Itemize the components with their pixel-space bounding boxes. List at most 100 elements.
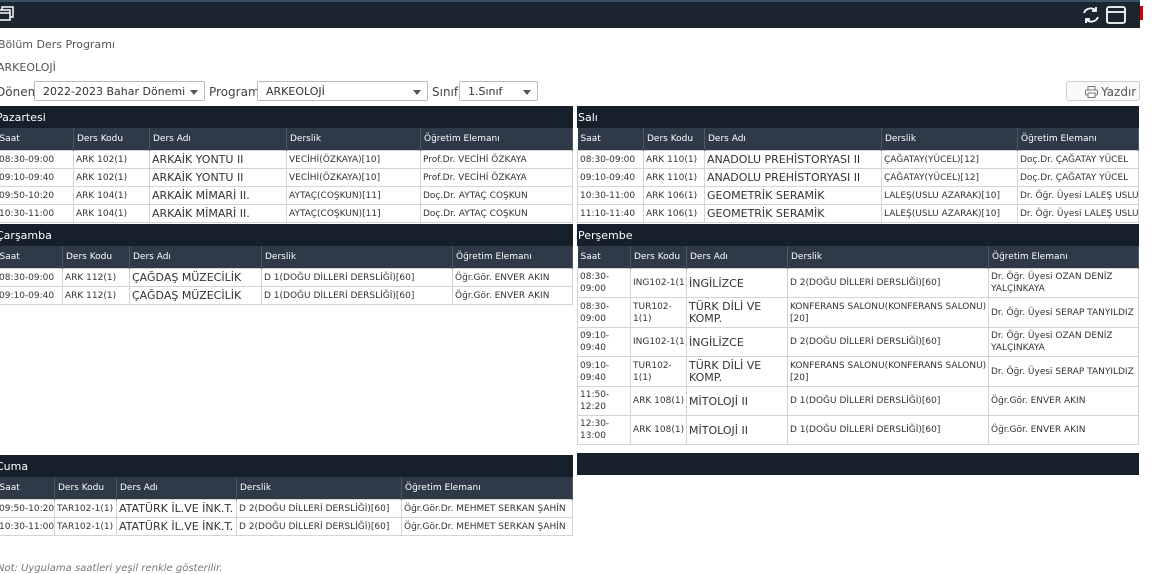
- table-row: 08:30-09:00 ARK 102(1) ARKAİK YONTU II VECİ…: [0, 150, 573, 169]
- empty-day-header: [577, 453, 1139, 475]
- table-header: Saat Ders Kodu Ders Adı Derslik Öğretim Elem…: [0, 246, 573, 269]
- refresh-icon[interactable]: [1081, 6, 1101, 24]
- course-cell: GEOMETRİK SERAMİK: [704, 204, 882, 223]
- course-cell: İNGİLİZCE: [686, 327, 788, 357]
- chevron-down-icon: [413, 90, 421, 95]
- table-header: Saat Ders Kodu Ders Adı Derslik Öğretim Elem…: [577, 128, 1139, 151]
- col-header: Öğretim Elemanı: [420, 128, 573, 151]
- schedule-table: Saat Ders Kodu Ders Adı Derslik Öğretim Elem…: [577, 128, 1139, 223]
- table-row: 08:30-09:00 ARK 110(1) ANADOLU PREHİSTORYA…: [577, 150, 1139, 169]
- close-tab[interactable]: [1140, 0, 1156, 28]
- time-cell: 09:10-09:40: [577, 356, 631, 387]
- time-cell: 08:30-09:00: [577, 150, 644, 169]
- col-header: Derslik: [787, 246, 989, 269]
- time-cell: 09:10-09:40: [577, 327, 631, 357]
- course-cell: ATATÜRK İL.VE İNK.T.: [116, 499, 237, 518]
- course-cell: MİTOLOJİ II: [686, 415, 788, 445]
- maximize-icon[interactable]: [1106, 6, 1126, 24]
- time-cell: 08:30-09:00: [577, 297, 631, 328]
- col-header: Derslik: [286, 128, 421, 151]
- code-cell: ING102-1(1): [630, 327, 687, 357]
- class-select-value: 1.Sınıf: [468, 85, 503, 98]
- program-select[interactable]: ARKEOLOJİ: [257, 81, 428, 101]
- time-cell: 08:30-09:00: [0, 268, 63, 287]
- window-icon[interactable]: [0, 6, 18, 24]
- code-cell: ARK 102(1): [73, 150, 150, 169]
- code-cell: ARK 104(1): [73, 204, 150, 223]
- room-cell: LALEŞ(USLU AZARAK)[10]: [881, 204, 1018, 223]
- instructor-cell: Dr. Öğr. Üyesi SERAP TANYILDIZ: [988, 356, 1139, 387]
- code-cell: ARK 112(1): [62, 286, 130, 305]
- table-row: 10:30-11:00 TAR102-1(1) ATATÜRK İL.VE İNK.…: [0, 517, 573, 536]
- day-friday: Cuma SaatDers KoduDers AdıDerslikÖğretim…: [0, 455, 573, 536]
- course-cell: GEOMETRİK SERAMİK: [704, 186, 882, 205]
- code-cell: ARK 102(1): [73, 168, 150, 187]
- printer-icon: [1085, 86, 1098, 98]
- time-cell: 09:10-09:40: [577, 168, 644, 187]
- schedule-table: Saat Ders Kodu Ders Adı Derslik Öğretim Elem…: [577, 246, 1139, 445]
- program-select-value: ARKEOLOJİ: [266, 85, 325, 98]
- room-cell: KONFERANS SALONU(KONFERANS SALONU)[20]: [787, 356, 989, 387]
- program-label: Program: [209, 85, 260, 99]
- code-cell: TAR102-1(1): [54, 517, 117, 536]
- day-title: Pazartesi: [0, 106, 573, 128]
- table-row: 10:30-11:00 ARK 104(1) ARKAİK MİMARİ II. AY…: [0, 204, 573, 223]
- table-row: 08:30-09:00 TUR102-1(1) TÜRK DİLİ VE KOMP.…: [577, 297, 1139, 328]
- course-cell: ARKAİK MİMARİ II.: [149, 204, 287, 223]
- instructor-cell: Prof.Dr. VECİHİ ÖZKAYA: [420, 150, 573, 169]
- instructor-cell: Dr. Öğr. Üyesi OZAN DENİZ YALÇINKAYA: [988, 327, 1139, 357]
- page-title: Bölüm Ders Programı: [0, 38, 115, 51]
- code-cell: ARK 110(1): [643, 150, 705, 169]
- code-cell: ARK 110(1): [643, 168, 705, 187]
- code-cell: ARK 108(1): [630, 386, 687, 416]
- print-button[interactable]: Yazdır: [1066, 81, 1140, 101]
- table-row: 10:30-11:00 ARK 106(1) GEOMETRİK SERAMİK LA…: [577, 186, 1139, 205]
- course-cell: ARKAİK YONTU II: [149, 150, 287, 169]
- col-header: Saat: [577, 128, 644, 151]
- class-select[interactable]: 1.Sınıf: [459, 81, 538, 101]
- table-header: Saat Ders Kodu Ders Adı Derslik Öğretim Elem…: [0, 128, 573, 151]
- table-header: Saat Ders Kodu Ders Adı Derslik Öğretim Elem…: [577, 246, 1139, 269]
- room-cell: D 2(DOĞU DİLLERİ DERSLİĞİ)[60]: [236, 499, 402, 518]
- col-header: Ders Adı: [116, 477, 237, 500]
- code-cell: ARK 108(1): [630, 415, 687, 445]
- top-bar: [0, 0, 1140, 28]
- term-select-value: 2022-2023 Bahar Dönemi: [43, 85, 186, 98]
- class-label: Sınıf: [432, 85, 459, 99]
- col-header: Saat: [577, 246, 631, 269]
- instructor-cell: Öğr.Gör.Dr. MEHMET SERKAN ŞAHİN: [401, 499, 573, 518]
- table-row: 08:30-09:00 ING102-1(1) İNGİLİZCE D 2(DOĞU …: [577, 268, 1139, 298]
- schedule-table: Saat Ders Kodu Ders Adı Derslik Öğretim Elem…: [0, 246, 573, 305]
- col-header: Saat: [0, 128, 74, 151]
- code-cell: ARK 104(1): [73, 186, 150, 205]
- time-cell: 08:30-09:00: [577, 268, 631, 298]
- department-name: ARKEOLOJİ: [0, 61, 56, 74]
- term-select[interactable]: 2022-2023 Bahar Dönemi: [34, 81, 205, 101]
- code-cell: TUR102-1(1): [630, 297, 687, 328]
- course-cell: İNGİLİZCE: [686, 268, 788, 298]
- table-row: 12:30-13:00 ARK 108(1) MİTOLOJİ II D 1(DOĞU…: [577, 415, 1139, 445]
- room-cell: D 1(DOĞU DİLLERİ DERSLİĞİ)[60]: [261, 286, 453, 305]
- room-cell: D 1(DOĞU DİLLERİ DERSLİĞİ)[60]: [787, 415, 989, 445]
- day-monday: Pazartesi Saat Ders Kodu Ders Adı Derslik Öğ…: [0, 106, 573, 223]
- room-cell: D 1(DOĞU DİLLERİ DERSLİĞİ)[60]: [787, 386, 989, 416]
- col-header: Ders Adı: [129, 246, 262, 269]
- course-cell: ÇAĞDAŞ MÜZECİLİK: [129, 268, 262, 287]
- table-row: 11:50-12:20 ARK 108(1) MİTOLOJİ II D 1(DOĞU…: [577, 386, 1139, 416]
- table-row: 09:10-09:40 ARK 112(1) ÇAĞDAŞ MÜZECİLİK D 1…: [0, 286, 573, 305]
- course-cell: TÜRK DİLİ VE KOMP.: [686, 356, 788, 387]
- col-header: Öğretim Elemanı: [401, 477, 573, 500]
- course-cell: ARKAİK YONTU II: [149, 168, 287, 187]
- time-cell: 09:10-09:40: [0, 168, 74, 187]
- instructor-cell: Dr. Öğr. Üyesi LALEŞ USLU: [1017, 186, 1139, 205]
- chevron-down-icon: [190, 90, 198, 95]
- table-row: 11:10-11:40 ARK 106(1) GEOMETRİK SERAMİK LA…: [577, 204, 1139, 223]
- time-cell: 10:30-11:00: [0, 204, 74, 223]
- table-row: 09:50-10:20 ARK 104(1) ARKAİK MİMARİ II. AY…: [0, 186, 573, 205]
- room-cell: AYTAÇ(COŞKUN)[11]: [286, 204, 421, 223]
- instructor-cell: Öğr.Gör. ENVER AKIN: [452, 286, 573, 305]
- instructor-cell: Öğr.Gör. ENVER AKIN: [988, 386, 1139, 416]
- code-cell: ING102-1(1): [630, 268, 687, 298]
- course-cell: ATATÜRK İL.VE İNK.T.: [116, 517, 237, 536]
- instructor-cell: Dr. Öğr. Üyesi LALEŞ USLU: [1017, 204, 1139, 223]
